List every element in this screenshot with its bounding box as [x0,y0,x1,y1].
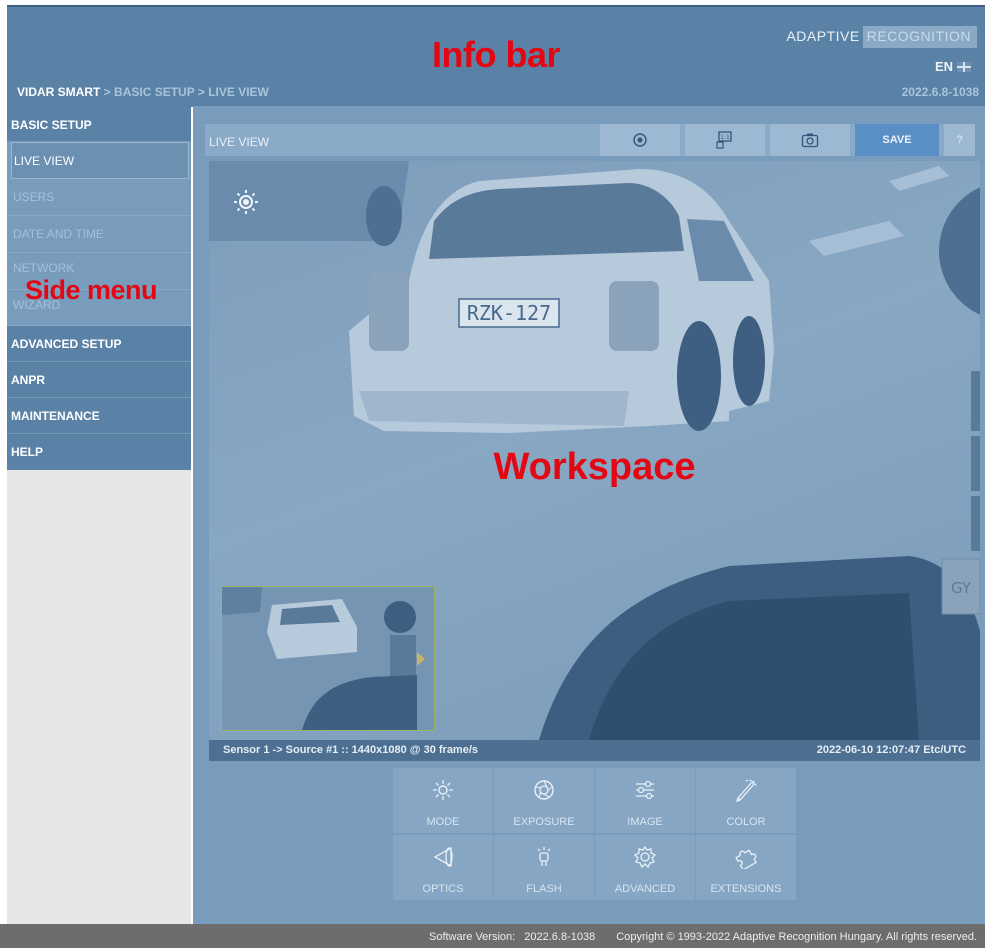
tool-advanced[interactable]: ADVANCED [595,835,695,900]
fit-one-to-one-icon: 1:1 [716,131,732,149]
workspace-overlay-label: Workspace [493,446,696,488]
save-button[interactable]: SAVE [855,124,939,156]
flash-bulb-icon [537,847,551,866]
sun-icon [433,780,453,800]
snapshot-button[interactable] [770,124,850,156]
menu-section-anpr[interactable]: ANPR [7,362,191,398]
workspace: LIVE VIEW 1:1 SAVE ? RZK-127 GY Workspac… [193,106,985,924]
record-icon [633,133,647,147]
copyright: Copyright © 1993-2022 Adaptive Recogniti… [616,931,977,943]
breadcrumb-separator: > [194,85,209,99]
header-version: 2022.6.8-1038 [901,85,979,99]
live-camera-view[interactable]: RZK-127 GY Workspace [209,161,980,740]
sensor-info: Sensor 1 -> Source #1 :: 1440x1080 @ 30 … [223,744,479,756]
day-mode-sun-icon[interactable] [233,189,259,215]
menu-section-advanced-setup[interactable]: ADVANCED SETUP [7,326,191,362]
sliders-icon [636,780,654,800]
thumbnail-scene [222,587,434,730]
record-button[interactable] [600,124,680,156]
footer-text: Software Version: 2022.6.8-1038 Copyrigh… [427,931,977,943]
sign-text: GY [951,579,972,597]
menu-section-maintenance[interactable]: MAINTENANCE [7,398,191,434]
camera-timestamp: 2022-06-10 12:07:47 Etc/UTC [816,744,966,756]
tool-label: EXPOSURE [513,816,575,828]
breadcrumb-page: LIVE VIEW [208,85,269,99]
tool-image[interactable]: IMAGE [595,768,695,833]
camera-status-bar: Sensor 1 -> Source #1 :: 1440x1080 @ 30 … [209,740,980,761]
software-version-label: Software Version: [428,931,516,943]
tool-label: IMAGE [627,816,663,828]
svg-text:1:1: 1:1 [720,134,730,141]
tool-extensions[interactable]: EXTENSIONS [696,835,796,900]
menu-section-basic-setup[interactable]: BASIC SETUP [7,106,191,142]
sidebar-item-users[interactable]: USERS [7,179,191,216]
tool-label: OPTICS [422,883,464,895]
footer: Software Version: 2022.6.8-1038 Copyrigh… [0,924,985,948]
help-button[interactable]: ? [944,124,975,156]
main-car: RZK-127 [349,169,774,433]
gear-cog-icon [633,845,657,869]
tool-label: EXTENSIONS [710,883,782,895]
info-bar: ADAPTIVE RECOGNITION EN Info bar VIDAR S… [7,5,985,107]
tool-exposure[interactable]: EXPOSURE [494,768,594,833]
app-frame: ADAPTIVE RECOGNITION EN Info bar VIDAR S… [0,0,985,948]
color-brush-icon [735,779,757,802]
lens-icon [433,846,453,868]
tool-label: ADVANCED [614,883,676,895]
sidebar-item-date-and-time[interactable]: DATE AND TIME [7,216,191,253]
tool-flash[interactable]: FLASH [494,835,594,900]
fit-one-to-one-button[interactable]: 1:1 [685,124,765,156]
software-version: 2022.6.8-1038 [524,931,596,943]
side-menu-panel: BASIC SETUP LIVE VIEW USERS DATE AND TIM… [7,106,191,924]
breadcrumb-section[interactable]: BASIC SETUP [114,85,194,99]
live-view-toolbar: LIVE VIEW 1:1 SAVE ? [205,124,975,156]
info-bar-overlay-label: Info bar [432,34,561,75]
sidebar-item-live-view[interactable]: LIVE VIEW [11,142,189,179]
tool-mode[interactable]: MODE [393,768,493,833]
license-plate: RZK-127 [467,301,551,325]
tool-optics[interactable]: OPTICS [393,835,493,900]
tool-label: MODE [426,816,460,828]
tool-color[interactable]: COLOR [696,768,796,833]
tool-label: COLOR [726,816,766,828]
breadcrumb-root[interactable]: VIDAR SMART [17,85,100,99]
camera-snapshot-icon [801,133,819,148]
toolbar-title: LIVE VIEW [209,135,270,149]
aperture-icon [534,780,554,800]
tool-label: FLASH [526,883,562,895]
side-menu-overlay-label: Side menu [25,275,158,305]
settings-tool-grid: MODE EXPOSURE IMAGE COLOR OPTICS FLASH A… [393,768,797,902]
overview-thumbnail[interactable] [221,586,435,731]
breadcrumb-separator: > [100,85,115,99]
menu-section-help[interactable]: HELP [7,434,191,470]
breadcrumb: VIDAR SMART > BASIC SETUP > LIVE VIEW [17,85,269,99]
puzzle-icon [735,849,757,869]
